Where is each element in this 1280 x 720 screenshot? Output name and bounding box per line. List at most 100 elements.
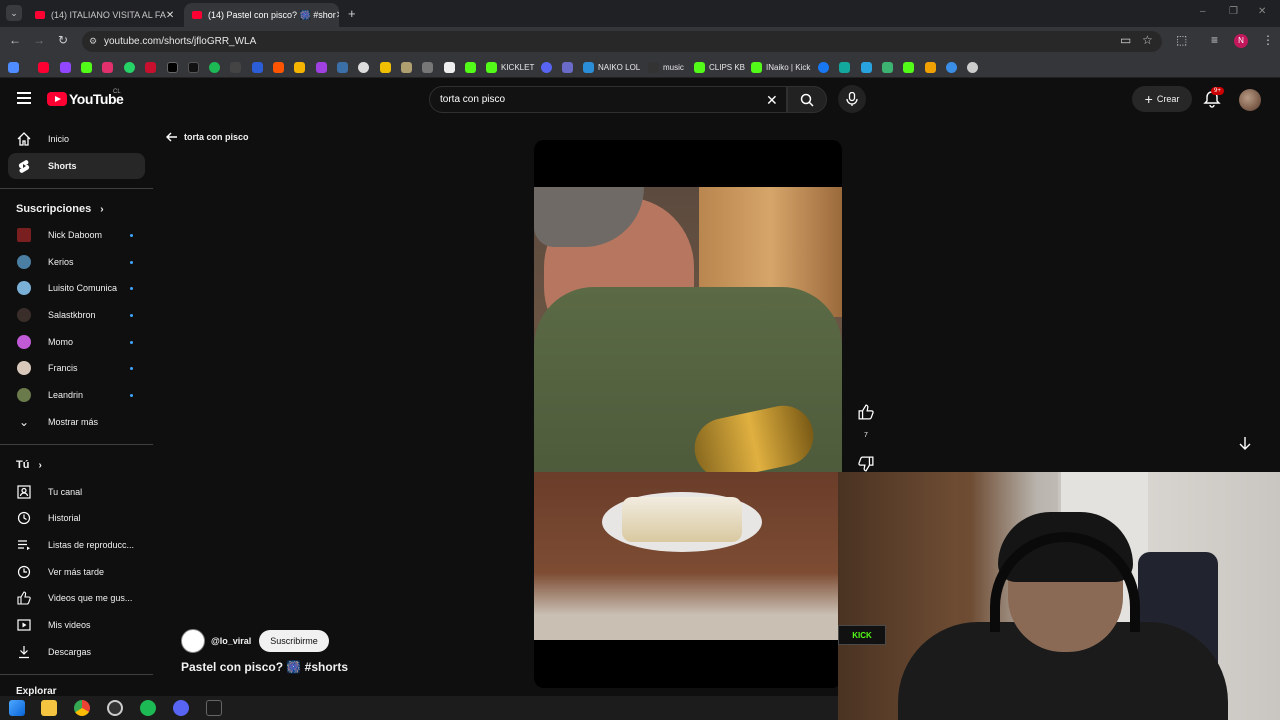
bookmark-clips-kb[interactable]: CLIPS KB	[694, 60, 745, 74]
profile-avatar[interactable]: N	[1234, 34, 1248, 48]
bookmark-search[interactable]	[337, 60, 352, 74]
subscriptions-heading[interactable]: Suscripciones ›	[16, 203, 104, 215]
search-input[interactable]: torta con pisco	[429, 86, 787, 113]
bookmark-purple[interactable]	[316, 60, 331, 74]
bookmark-shield[interactable]	[562, 60, 577, 74]
minimize-icon[interactable]: –	[1200, 6, 1206, 17]
tab-search-icon[interactable]: ⌄	[6, 5, 22, 21]
sidebar-item-kerios[interactable]: Kerios	[8, 249, 145, 275]
forward-icon[interactable]: →	[33, 33, 45, 47]
spotify-icon[interactable]	[140, 700, 156, 716]
bookmark-green[interactable]	[465, 60, 480, 74]
new-tab-icon[interactable]: +	[348, 6, 356, 21]
tab-italiano[interactable]: (14) ITALIANO VISITA AL FA ✕	[27, 3, 179, 27]
bookmark-edge[interactable]	[946, 60, 961, 74]
back-icon[interactable]: ←	[9, 33, 21, 47]
bookmark-youtube[interactable]	[38, 60, 53, 74]
back-to-search[interactable]: torta con pisco	[166, 132, 249, 142]
bookmark-discord[interactable]	[541, 60, 556, 74]
sidebar-item-nick-daboom[interactable]: Nick Daboom	[8, 222, 145, 248]
bookmark-x[interactable]	[167, 60, 182, 74]
bookmark-teal[interactable]	[839, 60, 854, 74]
bookmark-twitch[interactable]	[60, 60, 75, 74]
sidebar-item-luisito-comunica[interactable]: Luisito Comunica	[8, 275, 145, 301]
sidebar-item-listas[interactable]: Listas de reproducc...	[8, 532, 145, 558]
sidebar-item-historial[interactable]: Historial	[8, 505, 145, 531]
sidebar-item-show-more[interactable]: ⌄ Mostrar más	[8, 409, 145, 435]
bookmark-kicklet[interactable]: KICKLET	[486, 60, 534, 74]
sidebar-item-label: Historial	[48, 513, 81, 523]
bookmark-grey[interactable]	[422, 60, 437, 74]
channel-handle[interactable]: @lo_viral	[211, 636, 251, 646]
cast-icon[interactable]: ▭	[1120, 33, 1131, 47]
shorts-video-player[interactable]	[534, 140, 842, 688]
media-control-icon[interactable]: ≡	[1211, 33, 1218, 47]
like-button[interactable]	[854, 400, 878, 424]
bookmark-tiktok[interactable]	[188, 60, 203, 74]
search-button[interactable]	[787, 86, 827, 113]
bookmark-bars[interactable]	[861, 60, 876, 74]
channel-avatar[interactable]	[181, 629, 205, 653]
bookmark-spotify[interactable]	[209, 60, 224, 74]
bookmark-circle[interactable]	[358, 60, 373, 74]
bookmark-red[interactable]	[145, 60, 160, 74]
sidebar-item-mis-videos[interactable]: Mis videos	[8, 612, 145, 638]
sidebar-item-leandrin[interactable]: Leandrin	[8, 382, 145, 408]
bookmark-drive[interactable]	[294, 60, 309, 74]
bookmark-openai[interactable]	[967, 60, 982, 74]
sidebar-item-descargas[interactable]: Descargas	[8, 639, 145, 665]
sidebar-item-label: Shorts	[48, 161, 77, 171]
reload-icon[interactable]: ↻	[58, 33, 68, 47]
next-short-button[interactable]	[1232, 430, 1258, 456]
voice-search-button[interactable]	[838, 85, 866, 113]
bookmark-s[interactable]	[230, 60, 245, 74]
bookmark-music[interactable]: music	[648, 60, 684, 74]
bookmark-instagram[interactable]	[102, 60, 117, 74]
account-avatar[interactable]	[1239, 89, 1261, 111]
youtube-logo-icon[interactable]	[47, 92, 67, 106]
subscribe-button[interactable]: Suscribirme	[259, 630, 329, 652]
tab-pastel-con-pisco[interactable]: (14) Pastel con pisco? 🎆 #shor ✕	[184, 3, 339, 27]
file-explorer-icon[interactable]	[41, 700, 57, 716]
address-bar[interactable]: ⚙ youtube.com/shorts/jfloGRR_WLA	[82, 31, 1162, 52]
bookmark-kick[interactable]	[81, 60, 96, 74]
sidebar-item-ver-mas-tarde[interactable]: Ver más tarde	[8, 559, 145, 585]
sidebar-item-shorts[interactable]: Shorts	[8, 153, 145, 179]
sidebar-item-salastkbron[interactable]: Salastkbron	[8, 302, 145, 328]
close-window-icon[interactable]: ✕	[1258, 6, 1266, 17]
bookmark-blue[interactable]	[252, 60, 267, 74]
obs-icon[interactable]	[107, 700, 123, 716]
close-tab-icon[interactable]: ✕	[166, 10, 174, 21]
bookmark-star-icon[interactable]: ☆	[1142, 33, 1153, 47]
sidebar-item-liked-videos[interactable]: Videos que me gus...	[8, 585, 145, 611]
sidebar-item-momo[interactable]: Momo	[8, 329, 145, 355]
bookmark-whatsapp[interactable]	[124, 60, 139, 74]
bookmark-diamond[interactable]	[444, 60, 459, 74]
site-info-icon[interactable]: ⚙	[89, 36, 97, 47]
close-tab-icon[interactable]: ✕	[336, 10, 339, 21]
sidebar-item-francis[interactable]: Francis	[8, 355, 145, 381]
bookmark-yellow[interactable]	[380, 60, 395, 74]
bookmark-facebook[interactable]	[818, 60, 833, 74]
bookmark-orange[interactable]	[925, 60, 940, 74]
windows-start-icon[interactable]	[9, 700, 25, 716]
maximize-icon[interactable]: ❐	[1229, 6, 1238, 17]
apps-grid-icon[interactable]	[8, 60, 23, 74]
discord-icon[interactable]	[173, 700, 189, 716]
bookmark-lime[interactable]	[903, 60, 918, 74]
sidebar-item-inicio[interactable]: Inicio	[8, 126, 145, 152]
bookmark-soundcloud[interactable]	[273, 60, 288, 74]
hamburger-menu-icon[interactable]	[17, 92, 31, 104]
you-heading[interactable]: Tú ›	[16, 459, 42, 471]
bookmark-pin[interactable]	[882, 60, 897, 74]
browser-menu-icon[interactable]: ⋮	[1262, 33, 1274, 47]
bookmark-cat[interactable]	[401, 60, 416, 74]
sidebar-item-tu-canal[interactable]: Tu canal	[8, 479, 145, 505]
create-button[interactable]: + Crear	[1132, 86, 1192, 112]
bookmark-inaiko-kick[interactable]: INaiko | Kick	[751, 60, 810, 74]
app-icon[interactable]	[206, 700, 222, 716]
bookmark-naiko-lol[interactable]: NAIKO LOL	[583, 60, 640, 74]
chrome-icon[interactable]	[74, 700, 90, 716]
clear-search-icon[interactable]: ✕	[766, 92, 778, 109]
extensions-icon[interactable]: ⬚	[1176, 33, 1187, 47]
